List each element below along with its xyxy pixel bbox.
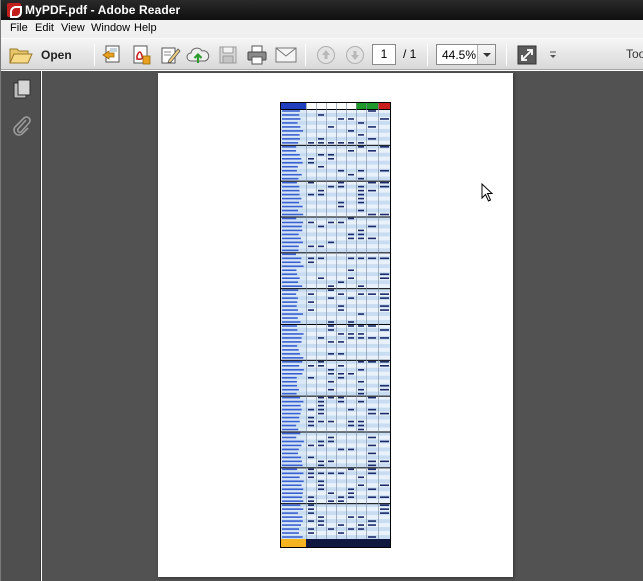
menu-view[interactable]: View <box>61 22 85 34</box>
attachments-button[interactable] <box>11 115 33 137</box>
navigation-pane <box>1 71 41 581</box>
page-thumbnails-button[interactable] <box>11 78 33 100</box>
spreadsheet-thumbnail <box>280 102 391 548</box>
zoom-level-value: 44.5% <box>442 48 477 62</box>
next-page-button[interactable] <box>343 43 367 67</box>
combine-files-button[interactable] <box>129 43 153 67</box>
tools-pane-button[interactable]: Too <box>626 47 643 61</box>
zoom-level-dropdown[interactable]: 44.5% <box>436 44 496 65</box>
print-button[interactable] <box>245 43 269 67</box>
chevron-down-icon[interactable] <box>477 45 495 64</box>
toolbar-separator <box>94 44 95 66</box>
pdf-document-icon <box>130 44 152 66</box>
create-pdf-button[interactable] <box>100 43 124 67</box>
page-number-input[interactable]: 1 <box>372 44 396 65</box>
menu-bar: File Edit View Window Help <box>1 20 643 38</box>
toolbar-separator <box>506 44 507 66</box>
save-button[interactable] <box>216 43 240 67</box>
main-toolbar: Open 1 / 1 44.5% To <box>1 38 643 70</box>
fit-window-icon <box>516 44 538 66</box>
pdf-page <box>158 73 513 577</box>
fit-page-button[interactable] <box>515 43 539 67</box>
arrow-up-circle-icon <box>316 45 336 65</box>
window-title: MyPDF.pdf - Adobe Reader <box>25 3 181 17</box>
pages-icon <box>11 78 33 100</box>
mouse-cursor-icon <box>481 182 495 203</box>
sign-button[interactable] <box>158 43 182 67</box>
printer-icon <box>246 44 268 66</box>
customize-toolbar-button[interactable] <box>541 43 565 67</box>
envelope-icon <box>275 46 297 64</box>
create-pdf-icon <box>101 44 123 66</box>
arrow-down-circle-icon <box>345 45 365 65</box>
save-disk-icon <box>218 45 238 65</box>
email-button[interactable] <box>274 43 298 67</box>
dropdown-menu-icon <box>547 49 559 61</box>
page-count: / 1 <box>403 47 417 61</box>
menu-edit[interactable]: Edit <box>35 22 54 34</box>
upload-button[interactable] <box>186 43 210 67</box>
title-bar: MyPDF.pdf - Adobe Reader <box>1 0 643 20</box>
paperclip-icon <box>11 115 33 137</box>
adobe-reader-app-icon <box>7 3 22 18</box>
menu-file[interactable]: File <box>10 22 28 34</box>
toolbar-separator <box>305 44 306 66</box>
document-view[interactable] <box>42 71 643 581</box>
open-button[interactable]: Open <box>9 43 72 67</box>
edit-pencil-icon <box>159 44 181 66</box>
menu-help[interactable]: Help <box>134 22 157 34</box>
cloud-upload-icon <box>186 44 210 66</box>
previous-page-button[interactable] <box>314 43 338 67</box>
adobe-reader-window: MyPDF.pdf - Adobe Reader File Edit View … <box>0 0 643 581</box>
folder-icon <box>9 45 33 65</box>
toolbar-separator <box>427 44 428 66</box>
open-button-label: Open <box>41 48 72 62</box>
menu-window[interactable]: Window <box>91 22 130 34</box>
